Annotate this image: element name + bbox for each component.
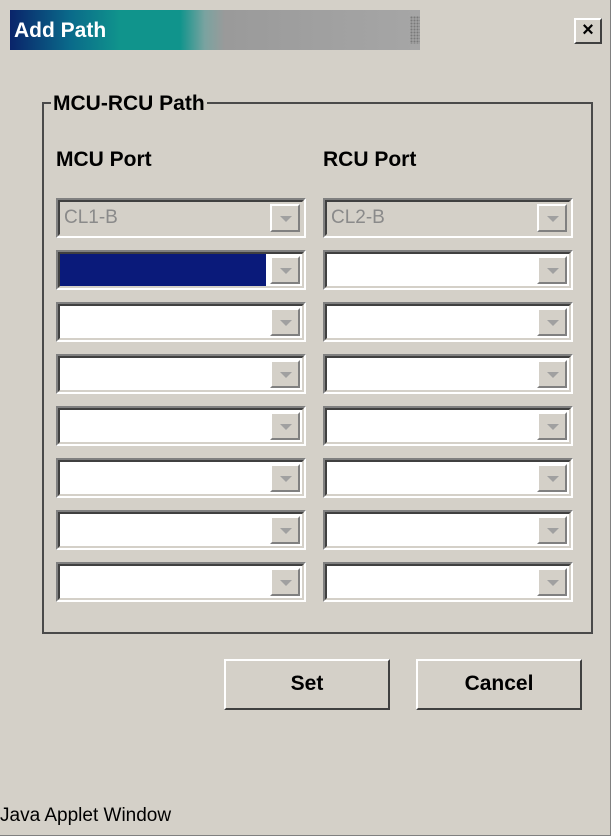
title-bar[interactable]: Add Path × (10, 10, 602, 50)
cancel-button[interactable]: Cancel (416, 659, 582, 710)
rcu-port-select[interactable] (323, 302, 573, 342)
rcu-port-select[interactable] (323, 354, 573, 394)
mcu-port-select[interactable] (56, 562, 306, 602)
chevron-down-icon[interactable] (270, 516, 300, 544)
close-button[interactable]: × (574, 18, 602, 44)
mcu-port-select: CL1-B (56, 198, 306, 238)
select-frame (58, 252, 304, 288)
chevron-down-icon[interactable] (270, 308, 300, 336)
select-frame (58, 356, 304, 392)
select-value (60, 566, 266, 598)
select-value (327, 514, 533, 546)
select-frame (58, 408, 304, 444)
select-frame (325, 564, 571, 600)
group-legend: MCU-RCU Path (51, 92, 207, 116)
mcu-port-select[interactable] (56, 354, 306, 394)
rcu-port-select[interactable] (323, 562, 573, 602)
select-value: CL1-B (64, 207, 118, 228)
rcu-port-select[interactable] (323, 458, 573, 498)
select-frame (325, 460, 571, 496)
mcu-port-select[interactable] (56, 302, 306, 342)
rcu-port-select[interactable] (323, 510, 573, 550)
title-bar-grip (410, 16, 420, 44)
chevron-down-icon[interactable] (270, 256, 300, 284)
status-text: Java Applet Window (0, 805, 172, 826)
select-frame (58, 304, 304, 340)
select-frame (325, 252, 571, 288)
chevron-down-icon[interactable] (537, 516, 567, 544)
select-frame: CL2-B (325, 200, 571, 236)
chevron-down-icon[interactable] (270, 360, 300, 388)
select-value (60, 358, 266, 390)
chevron-down-icon[interactable] (270, 464, 300, 492)
rcu-port-select[interactable] (323, 250, 573, 290)
select-frame (58, 460, 304, 496)
chevron-down-icon[interactable] (270, 568, 300, 596)
mcu-port-select[interactable] (56, 458, 306, 498)
select-frame (325, 356, 571, 392)
close-icon: × (582, 19, 594, 41)
chevron-down-icon[interactable] (270, 412, 300, 440)
chevron-down-icon[interactable] (537, 256, 567, 284)
mcu-port-select[interactable] (56, 406, 306, 446)
select-value (60, 254, 266, 286)
chevron-down-icon (270, 204, 300, 232)
set-button[interactable]: Set (224, 659, 390, 710)
rcu-port-select: CL2-B (323, 198, 573, 238)
select-value (327, 462, 533, 494)
select-value (327, 306, 533, 338)
select-frame (58, 512, 304, 548)
select-frame (58, 564, 304, 600)
select-value (60, 462, 266, 494)
mcu-port-select[interactable] (56, 250, 306, 290)
chevron-down-icon[interactable] (537, 308, 567, 336)
chevron-down-icon[interactable] (537, 464, 567, 492)
select-value (327, 254, 533, 286)
select-frame (325, 408, 571, 444)
select-value (60, 306, 266, 338)
select-value (60, 514, 266, 546)
rcu-port-select[interactable] (323, 406, 573, 446)
chevron-down-icon[interactable] (537, 412, 567, 440)
select-value (327, 358, 533, 390)
chevron-down-icon[interactable] (537, 568, 567, 596)
add-path-dialog: Add Path × MCU-RCU Path MCU Port RCU Por… (0, 0, 611, 836)
select-value (327, 410, 533, 442)
chevron-down-icon[interactable] (537, 360, 567, 388)
mcu-port-header: MCU Port (56, 148, 152, 171)
mcu-port-select[interactable] (56, 510, 306, 550)
window-title: Add Path (14, 19, 107, 42)
rcu-port-header: RCU Port (323, 148, 417, 171)
select-value (327, 566, 533, 598)
chevron-down-icon (537, 204, 567, 232)
select-frame (325, 304, 571, 340)
select-frame (325, 512, 571, 548)
select-frame: CL1-B (58, 200, 304, 236)
select-value: CL2-B (331, 207, 385, 228)
select-value (60, 410, 266, 442)
